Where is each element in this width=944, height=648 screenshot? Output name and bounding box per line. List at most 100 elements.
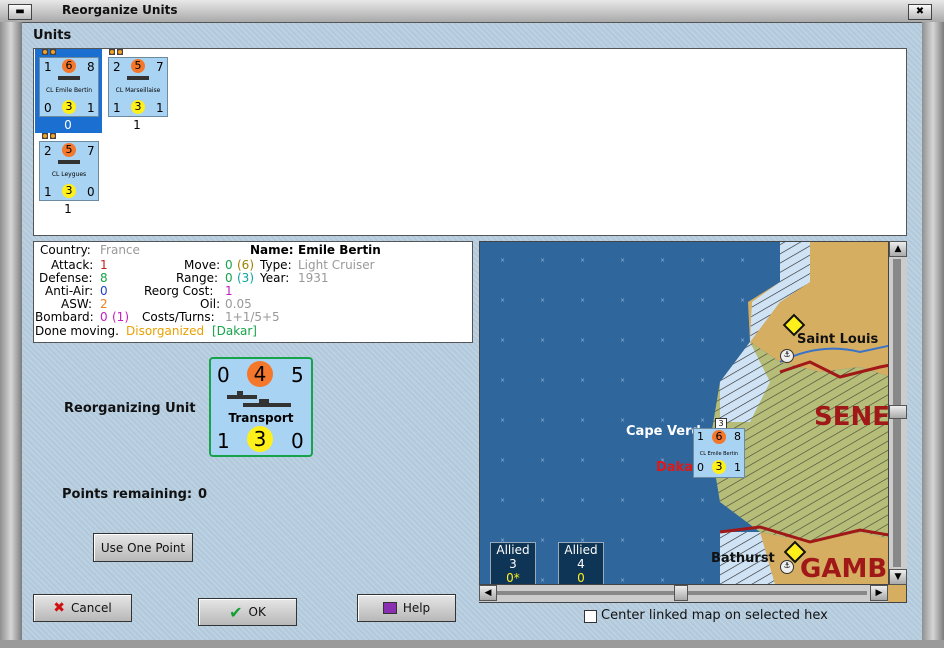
map-label-dakar: Daka <box>656 460 693 475</box>
points-remaining-label: Points remaining: <box>62 487 193 502</box>
frame-bottom <box>0 640 944 648</box>
help-button[interactable]: Help <box>357 594 456 622</box>
reorganizing-unit-counter: 0 4 5 Transport 1 3 0 <box>209 357 313 457</box>
counter-defense: 8 <box>87 60 95 74</box>
counter-defense: 7 <box>156 60 164 74</box>
unit-counter-emile-bertin[interactable]: 1 6 8 CL Emile Bertin 0 3 1 <box>39 57 99 117</box>
big-counter-bot-left: 1 <box>217 429 230 453</box>
unit-counter-marseillaise[interactable]: 2 5 7 CL Marseillaise 1 3 1 <box>108 57 168 117</box>
counter-move-circle: 6 <box>62 59 76 73</box>
bombard-value: 0 <box>100 310 108 324</box>
counter-count: 0 <box>64 118 72 132</box>
scroll-down-icon[interactable]: ▼ <box>889 569 907 585</box>
map-label-sene: SENE <box>814 402 891 432</box>
units-label: Units <box>33 28 72 43</box>
counter-bot-left: 1 <box>44 185 52 199</box>
map-counter-left: 1 <box>697 430 704 443</box>
allied-sub: 0* <box>506 571 520 585</box>
bombard-paren: (1) <box>112 310 129 324</box>
counter-name: CL Leygues <box>51 171 87 178</box>
transport-ship-icon <box>223 389 297 413</box>
year-value: 1931 <box>298 271 329 285</box>
name-value: Emile Bertin <box>298 243 381 257</box>
map-unit-counter[interactable]: 1 6 8 CL Emile Bertin 0 3 1 <box>693 428 745 478</box>
units-list[interactable]: 1 6 8 CL Emile Bertin 0 3 1 0 2 5 7 CL M… <box>33 48 907 236</box>
counter-bot-right: 0 <box>87 185 95 199</box>
bombard-label: Bombard: <box>35 310 94 324</box>
counter-count: 1 <box>133 118 141 132</box>
status-text: Done moving. <box>35 324 119 338</box>
minimize-button[interactable]: ▬ <box>8 4 32 20</box>
help-label: Help <box>402 601 431 615</box>
map-counter-right: 8 <box>734 430 741 443</box>
map-vertical-scrollbar[interactable]: ▲ ▼ <box>888 241 907 585</box>
window-title: Reorganize Units <box>62 3 178 17</box>
counter-defense: 7 <box>87 144 95 158</box>
frame-right <box>922 22 944 642</box>
big-counter-right: 5 <box>291 363 304 387</box>
cancel-button[interactable]: ✖ Cancel <box>33 594 132 622</box>
unit-counter-leygues[interactable]: 2 5 7 CL Leygues 1 3 0 <box>39 141 99 201</box>
big-counter-bot-circle: 3 <box>247 426 273 452</box>
flag-dots-icon <box>42 49 58 55</box>
counter-range-circle: 3 <box>131 100 145 114</box>
status-disorganized: Disorganized <box>126 324 205 338</box>
points-remaining-value: 0 <box>198 487 208 502</box>
cancel-x-icon: ✖ <box>53 600 66 616</box>
counter-bot-right: 1 <box>156 101 164 115</box>
name-label: Name: <box>250 243 294 257</box>
unit-info-panel: Country: France Attack: 1 Defense: 8 Ant… <box>33 241 473 343</box>
title-bar: ▬ Reorganize Units ✖ <box>0 0 944 23</box>
counter-range-circle: 3 <box>62 100 76 114</box>
map-counter-top-circle: 6 <box>712 430 726 444</box>
map-label-gamb: GAMB <box>800 554 888 584</box>
flag-dots-icon <box>42 133 58 139</box>
costs-value: 1+1/5+5 <box>225 310 280 324</box>
horizontal-thumb[interactable] <box>674 585 688 601</box>
counter-move-circle: 5 <box>131 59 145 73</box>
country-label: Country: <box>40 243 91 257</box>
allied-box-1: Allied 3 0* <box>490 542 536 588</box>
ship-icon <box>127 76 149 80</box>
costs-label: Costs/Turns: <box>142 310 215 324</box>
scroll-left-icon[interactable]: ◀ <box>479 585 497 601</box>
ok-button[interactable]: ✔ OK <box>198 598 297 626</box>
ship-icon <box>58 76 80 80</box>
close-button[interactable]: ✖ <box>908 4 932 20</box>
ship-icon <box>58 160 80 164</box>
map-horizontal-scrollbar[interactable]: ◀ ▶ <box>479 584 888 602</box>
status-location: [Dakar] <box>212 324 257 338</box>
counter-attack: 2 <box>113 60 121 74</box>
ok-label: OK <box>248 605 266 619</box>
map-counter-bot-right: 1 <box>734 461 741 474</box>
allied-value: 3 <box>509 557 517 571</box>
reorganizing-unit-label: Reorganizing Unit <box>64 401 196 416</box>
scroll-right-icon[interactable]: ▶ <box>870 585 888 601</box>
vertical-thumb[interactable] <box>889 405 907 419</box>
linked-map[interactable]: × Saint Louis ⚓ SENE Cape Verd Daka 3 1 … <box>479 241 907 603</box>
map-label-saint-louis: Saint Louis <box>797 332 879 347</box>
center-map-checkbox[interactable] <box>584 610 597 623</box>
counter-attack: 2 <box>44 144 52 158</box>
help-book-icon <box>382 602 397 614</box>
counter-range-circle: 3 <box>62 184 76 198</box>
big-counter-top-circle: 4 <box>247 361 273 387</box>
flag-dots-icon <box>109 49 125 55</box>
counter-move-circle: 5 <box>62 143 76 157</box>
ok-check-icon: ✔ <box>229 602 243 622</box>
big-counter-left: 0 <box>217 363 230 387</box>
scroll-up-icon[interactable]: ▲ <box>889 241 907 257</box>
big-counter-bot-right: 0 <box>291 429 304 453</box>
allied-sub: 0 <box>577 571 585 585</box>
use-one-point-button[interactable]: Use One Point <box>93 533 193 562</box>
counter-bot-right: 1 <box>87 101 95 115</box>
use-one-point-label: Use One Point <box>100 540 186 555</box>
anchor-icon: ⚓ <box>780 349 794 363</box>
allied-value: 4 <box>577 557 585 571</box>
map-counter-bot-circle: 3 <box>712 460 726 474</box>
counter-attack: 1 <box>44 60 52 74</box>
map-counter-name: CL Emile Bertin <box>699 451 739 457</box>
allied-label: Allied <box>564 543 598 557</box>
map-label-bathurst: Bathurst <box>711 551 775 566</box>
range-paren: (3) <box>237 271 254 285</box>
